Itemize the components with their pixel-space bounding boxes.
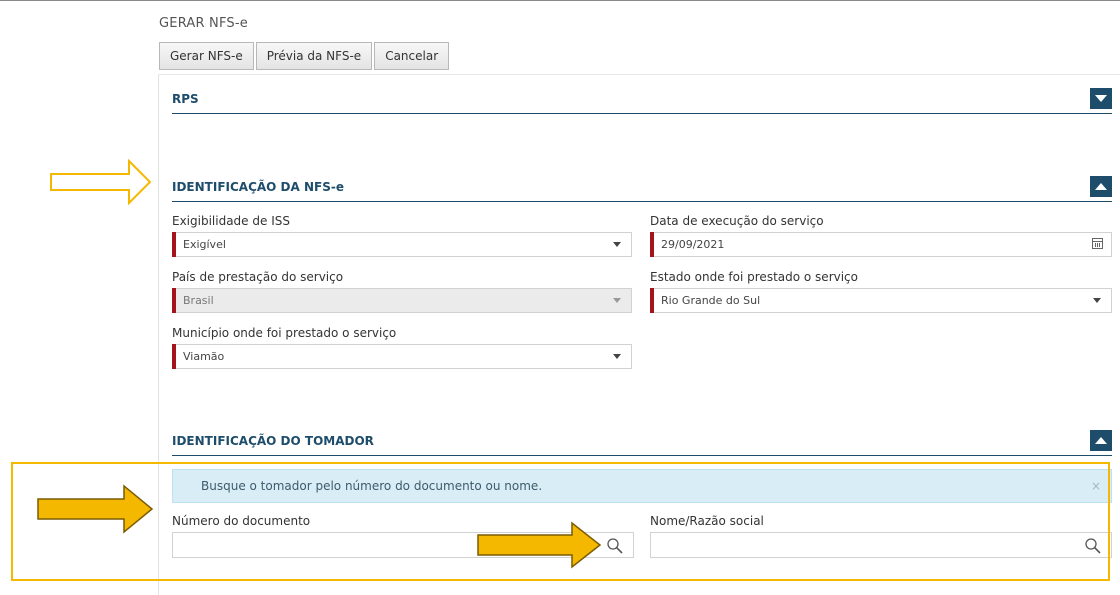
- section-title-identificacao: IDENTIFICAÇÃO DA NFS-e: [172, 180, 344, 194]
- arrow-right-icon: [477, 521, 602, 569]
- section-title-tomador: IDENTIFICAÇÃO DO TOMADOR: [172, 434, 374, 448]
- pais-value: Brasil: [183, 294, 214, 307]
- chevron-down-icon: [1093, 298, 1101, 303]
- data-execucao-value: 29/09/2021: [661, 238, 725, 251]
- chevron-down-icon: [613, 354, 621, 359]
- chevron-down-icon: [613, 298, 621, 303]
- required-marker: [650, 288, 654, 313]
- required-marker: [172, 344, 176, 369]
- chevron-up-icon: [1095, 183, 1107, 190]
- data-execucao-label: Data de execução do serviço: [650, 214, 824, 228]
- top-border: [0, 0, 1120, 1]
- arrow-right-icon: [37, 484, 154, 534]
- exigibilidade-select[interactable]: Exigível: [172, 232, 632, 257]
- municipio-select[interactable]: Viamão: [172, 344, 632, 369]
- chevron-down-icon: [613, 242, 621, 247]
- estado-select[interactable]: Rio Grande do Sul: [650, 288, 1112, 313]
- calendar-icon[interactable]: [1092, 238, 1103, 249]
- chevron-up-icon: [1095, 437, 1107, 444]
- required-marker: [650, 232, 654, 257]
- collapse-tomador-button[interactable]: [1090, 430, 1112, 451]
- exigibilidade-value: Exigível: [183, 238, 226, 251]
- toolbar: Gerar NFS-e Prévia da NFS-e Cancelar: [159, 42, 451, 70]
- gerar-nfse-button[interactable]: Gerar NFS-e: [159, 42, 254, 70]
- section-identificacao: IDENTIFICAÇÃO DA NFS-e: [172, 161, 1112, 202]
- chevron-down-icon: [1095, 95, 1107, 102]
- estado-label: Estado onde foi prestado o serviço: [650, 270, 858, 284]
- pais-label: País de prestação do serviço: [172, 270, 344, 284]
- data-execucao-input[interactable]: 29/09/2021: [650, 232, 1112, 257]
- page-title: GERAR NFS-e: [159, 16, 248, 31]
- section-rps: RPS: [172, 73, 1112, 114]
- collapse-identificacao-button[interactable]: [1090, 176, 1112, 197]
- arrow-right-icon: [50, 159, 152, 205]
- expand-rps-button[interactable]: [1090, 88, 1112, 109]
- pais-select: Brasil: [172, 288, 632, 313]
- exigibilidade-label: Exigibilidade de ISS: [172, 214, 290, 228]
- required-marker: [172, 288, 176, 313]
- previa-nfse-button[interactable]: Prévia da NFS-e: [255, 42, 373, 70]
- estado-value: Rio Grande do Sul: [661, 294, 761, 307]
- municipio-label: Município onde foi prestado o serviço: [172, 326, 397, 340]
- section-title-rps: RPS: [172, 92, 199, 106]
- municipio-value: Viamão: [183, 350, 225, 363]
- required-marker: [172, 232, 176, 257]
- cancelar-button[interactable]: Cancelar: [374, 42, 450, 70]
- section-tomador: IDENTIFICAÇÃO DO TOMADOR: [172, 415, 1112, 456]
